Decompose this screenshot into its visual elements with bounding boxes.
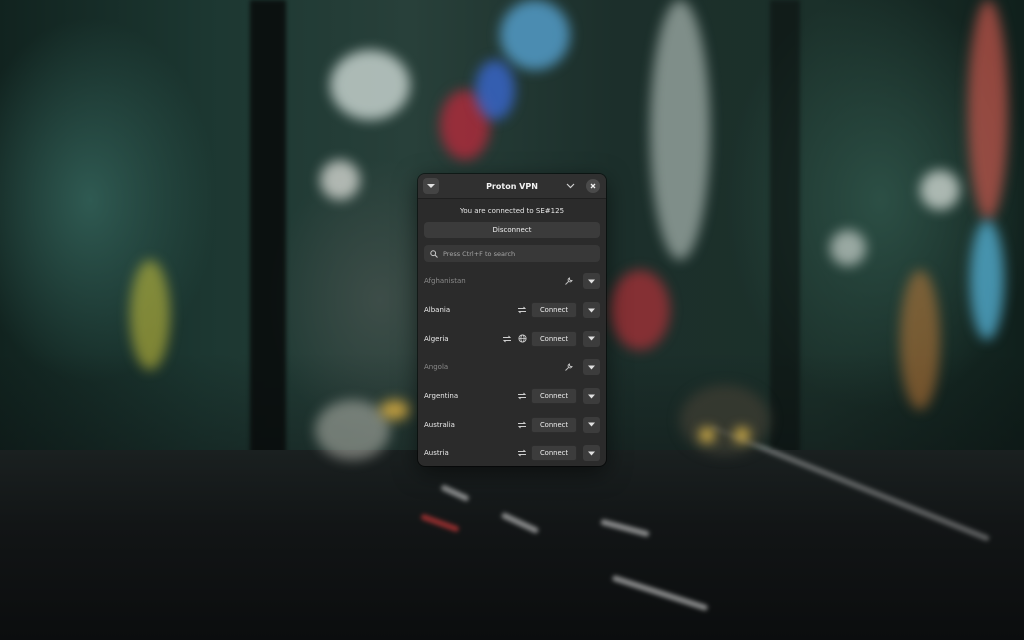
country-name: Albania	[424, 306, 451, 315]
caret-down-icon	[588, 394, 595, 399]
disconnect-button[interactable]: Disconnect	[424, 222, 600, 238]
close-button[interactable]	[586, 179, 600, 193]
connect-button[interactable]: Connect	[531, 445, 577, 462]
expand-button[interactable]	[583, 445, 600, 462]
country-name: Angola	[424, 363, 449, 372]
connect-button[interactable]: Connect	[531, 388, 577, 405]
search-input[interactable]: Press Ctrl+F to search	[424, 245, 600, 262]
caret-down-icon	[427, 184, 435, 188]
connection-status: You are connected to SE#125	[459, 207, 565, 215]
window-title: Proton VPN	[486, 181, 538, 191]
country-row-argentina[interactable]: Argentina Connect	[418, 382, 606, 411]
connect-button[interactable]: Connect	[531, 302, 577, 319]
caret-down-icon	[588, 279, 595, 284]
maintenance-icon	[562, 361, 574, 373]
chevron-down-icon	[566, 183, 574, 189]
wallpaper-light	[610, 270, 670, 350]
country-row-australia[interactable]: Australia Connect	[418, 410, 606, 439]
connect-button[interactable]: Connect	[531, 416, 577, 433]
search-icon	[430, 249, 438, 258]
tor-icon	[516, 333, 528, 345]
road-marking	[420, 513, 460, 533]
menu-button[interactable]	[423, 178, 439, 194]
expand-button[interactable]	[583, 388, 600, 405]
wallpaper-light	[650, 0, 710, 260]
wallpaper-light	[968, 0, 1008, 220]
expand-button[interactable]	[583, 302, 600, 319]
wallpaper-road	[0, 424, 1024, 640]
wallpaper-light	[500, 0, 570, 70]
wallpaper-light	[320, 160, 360, 200]
country-row-algeria[interactable]: Algeria Connect	[418, 324, 606, 353]
country-name: Australia	[424, 420, 455, 429]
wallpaper-headlight	[380, 400, 410, 420]
wallpaper-light	[330, 50, 410, 120]
caret-down-icon	[588, 308, 595, 313]
country-row-angola[interactable]: Angola	[418, 353, 606, 382]
wallpaper-light	[900, 270, 940, 410]
p2p-icon	[516, 419, 528, 431]
caret-down-icon	[588, 422, 595, 427]
p2p-icon	[501, 333, 513, 345]
wallpaper-light	[920, 170, 960, 210]
proton-vpn-window: Proton VPN You are connected to SE#125 D…	[418, 174, 606, 466]
wallpaper-car	[680, 385, 770, 455]
titlebar[interactable]: Proton VPN	[418, 174, 606, 199]
road-marking	[611, 574, 709, 612]
country-name: Algeria	[424, 334, 449, 343]
maintenance-icon	[562, 275, 574, 287]
country-name: Afghanistan	[424, 277, 466, 286]
p2p-icon	[516, 304, 528, 316]
p2p-icon	[516, 447, 528, 459]
close-icon	[590, 183, 596, 189]
wallpaper-car	[315, 400, 390, 460]
wallpaper-headlight	[700, 428, 714, 442]
expand-button[interactable]	[583, 359, 600, 376]
expand-button[interactable]	[583, 416, 600, 433]
country-row-afghanistan[interactable]: Afghanistan	[418, 267, 606, 296]
wallpaper-light	[130, 260, 170, 370]
caret-down-icon	[588, 336, 595, 341]
caret-down-icon	[588, 451, 595, 456]
country-name: Argentina	[424, 392, 459, 401]
country-row-albania[interactable]: Albania Connect	[418, 296, 606, 325]
country-name: Austria	[424, 449, 449, 458]
caret-down-icon	[588, 365, 595, 370]
country-row-austria[interactable]: Austria Connect	[418, 439, 606, 466]
wallpaper-light	[475, 60, 515, 120]
expand-button[interactable]	[583, 273, 600, 290]
search-placeholder: Press Ctrl+F to search	[443, 249, 516, 258]
road-marking	[600, 518, 650, 538]
minimize-button[interactable]	[562, 178, 578, 194]
wallpaper-pole	[770, 0, 800, 470]
wallpaper-light	[970, 220, 1004, 340]
p2p-icon	[516, 390, 528, 402]
road-marking	[440, 483, 470, 503]
wallpaper-headlight	[735, 428, 749, 442]
country-list: Afghanistan Albania Connect Algeria Conn…	[418, 267, 606, 466]
expand-button[interactable]	[583, 330, 600, 347]
road-marking	[500, 511, 540, 535]
connect-button[interactable]: Connect	[531, 330, 577, 347]
wallpaper-light	[830, 230, 866, 266]
